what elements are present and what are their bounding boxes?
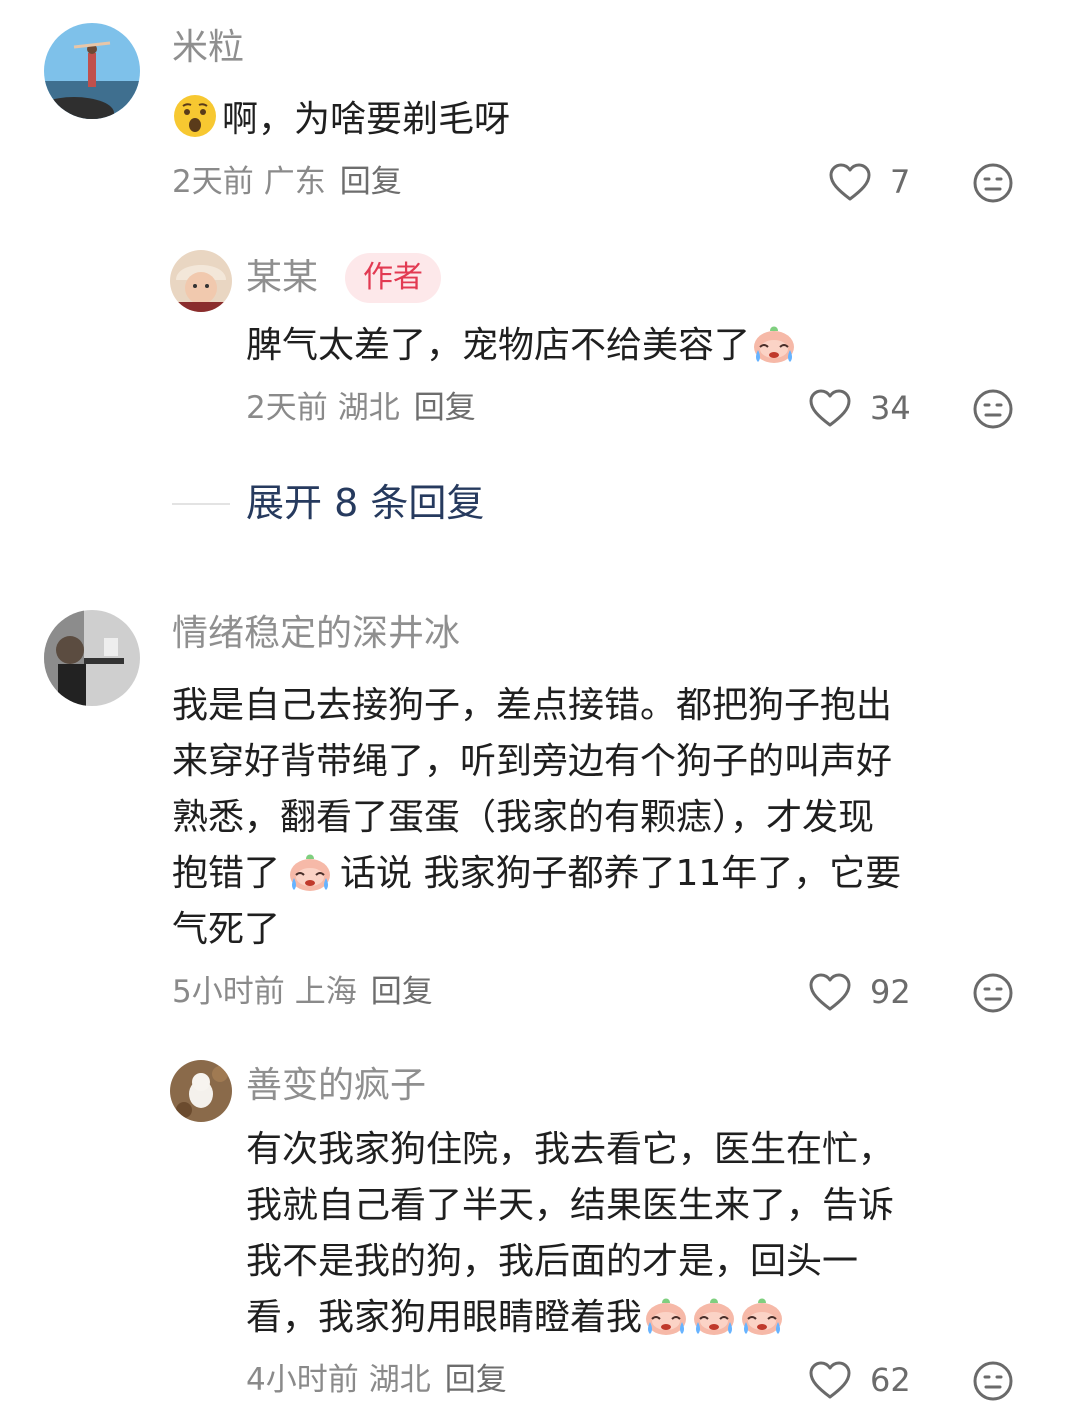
reply-location: 湖北 bbox=[337, 390, 400, 426]
author-badge: 作者 bbox=[345, 253, 441, 303]
avatar[interactable] bbox=[170, 1060, 232, 1122]
commenter-name[interactable]: 情绪稳定的深井冰 bbox=[172, 612, 460, 656]
reply-text: 脾气太差了，宠物店不给美容了 bbox=[246, 318, 798, 374]
reply-time: 2天前 bbox=[246, 390, 328, 426]
reply-button[interactable]: 回复 bbox=[414, 390, 476, 426]
comment-location: 上海 bbox=[294, 974, 357, 1010]
comment-location: 广东 bbox=[263, 164, 326, 200]
dislike-icon[interactable] bbox=[972, 1360, 1014, 1402]
like-button[interactable]: 7 bbox=[828, 162, 910, 202]
dislike-icon[interactable] bbox=[972, 162, 1014, 204]
expand-divider bbox=[172, 503, 230, 505]
comment-meta: 2天前 广东 回复 bbox=[172, 162, 412, 202]
like-count: 7 bbox=[890, 163, 911, 201]
reply-button[interactable]: 回复 bbox=[445, 1362, 507, 1398]
like-count: 92 bbox=[870, 973, 911, 1011]
comment-time: 5小时前 bbox=[172, 974, 285, 1010]
comment-text: 我是自己去接狗子，差点接错。都把狗子抱出 来穿好背带绳了，听到旁边有个狗子的叫声… bbox=[172, 685, 902, 950]
avatar[interactable] bbox=[44, 610, 140, 706]
replier-name[interactable]: 善变的疯子 bbox=[246, 1064, 426, 1108]
like-count: 34 bbox=[870, 389, 911, 427]
comment-meta: 5小时前 上海 回复 bbox=[172, 972, 443, 1012]
reply-meta: 4小时前 湖北 回复 bbox=[246, 1360, 517, 1400]
reply-time: 4小时前 bbox=[246, 1362, 359, 1398]
reply-button[interactable]: 回复 bbox=[340, 164, 402, 200]
commenter-name[interactable]: 米粒 bbox=[172, 26, 244, 70]
expand-replies-button[interactable]: 展开 8 条回复 bbox=[246, 478, 484, 528]
reply-button[interactable]: 回复 bbox=[371, 974, 433, 1010]
like-count: 62 bbox=[870, 1361, 911, 1399]
reply-text: 有次我家狗住院，我去看它，医生在忙， 我就自己看了半天，结果医生来了，告诉 我不… bbox=[246, 1129, 895, 1338]
dislike-icon[interactable] bbox=[972, 388, 1014, 430]
heart-icon bbox=[808, 388, 852, 428]
comment-text: 啊，为啥要剃毛呀 bbox=[172, 92, 510, 148]
reply-location: 湖北 bbox=[368, 1362, 431, 1398]
crying-face-icon bbox=[690, 1291, 738, 1337]
like-button[interactable]: 92 bbox=[808, 972, 911, 1012]
crying-face-icon bbox=[286, 847, 334, 893]
comment-time: 2天前 bbox=[172, 164, 254, 200]
reply-meta: 2天前 湖北 回复 bbox=[246, 388, 486, 428]
replier-name[interactable]: 某某 bbox=[246, 256, 318, 300]
astonished-face-icon bbox=[172, 93, 218, 139]
heart-icon bbox=[828, 162, 872, 202]
crying-face-icon bbox=[738, 1291, 786, 1337]
crying-face-icon bbox=[642, 1291, 690, 1337]
avatar[interactable] bbox=[44, 23, 140, 119]
heart-icon bbox=[808, 1360, 852, 1400]
heart-icon bbox=[808, 972, 852, 1012]
avatar[interactable] bbox=[170, 250, 232, 312]
like-button[interactable]: 34 bbox=[808, 388, 911, 428]
crying-face-icon bbox=[750, 319, 798, 365]
like-button[interactable]: 62 bbox=[808, 1360, 911, 1400]
dislike-icon[interactable] bbox=[972, 972, 1014, 1014]
